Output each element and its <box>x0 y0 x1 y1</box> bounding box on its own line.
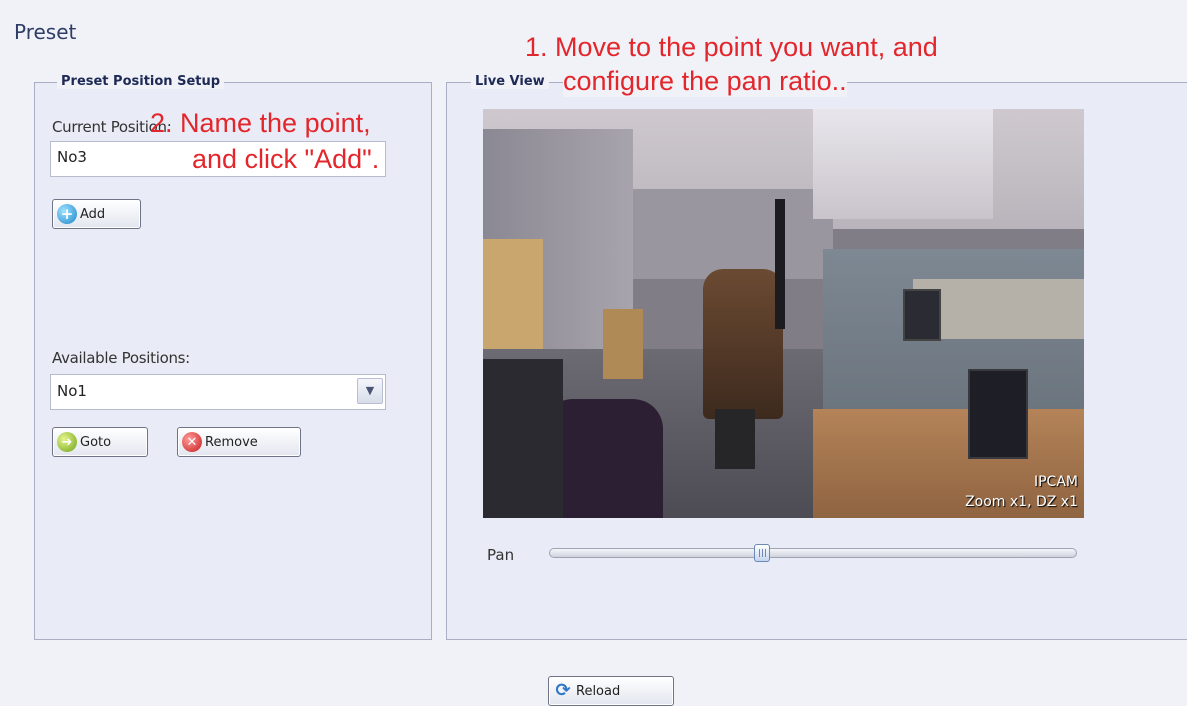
goto-button-label: Goto <box>80 434 112 450</box>
goto-button[interactable]: ➜ Goto <box>52 427 148 457</box>
available-positions-label: Available Positions: <box>52 349 190 367</box>
zoom-level-overlay: Zoom x1, DZ x1 <box>965 494 1078 510</box>
live-view-video[interactable]: IPCAM Zoom x1, DZ x1 <box>483 109 1084 518</box>
annotation-step1-line1: 1. Move to the point you want, and <box>525 32 938 62</box>
page-title: Preset <box>14 20 77 44</box>
annotation-step2-line2: and click "Add". <box>192 144 380 174</box>
available-positions-select[interactable]: No1 ▼ <box>50 374 386 410</box>
annotation-step1-line2: configure the pan ratio.. <box>563 66 847 98</box>
remove-button-label: Remove <box>205 434 258 450</box>
plus-circle-icon: + <box>57 204 77 224</box>
current-position-value: No3 <box>57 148 87 166</box>
annotation-step2-line1: 2. Name the point, <box>150 108 371 138</box>
pan-label: Pan <box>487 546 515 564</box>
add-button-label: Add <box>80 206 106 222</box>
pan-slider-thumb[interactable] <box>754 544 770 562</box>
chevron-down-icon[interactable]: ▼ <box>357 378 383 404</box>
add-button[interactable]: + Add <box>52 199 141 229</box>
x-circle-icon: ✕ <box>182 432 202 452</box>
refresh-icon: ⟳ <box>555 680 571 701</box>
reload-button[interactable]: ⟳ Reload <box>548 676 674 706</box>
panel-legend-live: Live View <box>471 74 549 89</box>
remove-button[interactable]: ✕ Remove <box>177 427 301 457</box>
pan-slider[interactable] <box>549 544 1077 562</box>
arrow-right-circle-icon: ➜ <box>57 432 77 452</box>
panel-legend-setup: Preset Position Setup <box>57 74 225 89</box>
reload-button-label: Reload <box>576 683 621 699</box>
camera-name-overlay: IPCAM <box>1033 474 1078 490</box>
available-positions-selected: No1 <box>57 382 87 400</box>
